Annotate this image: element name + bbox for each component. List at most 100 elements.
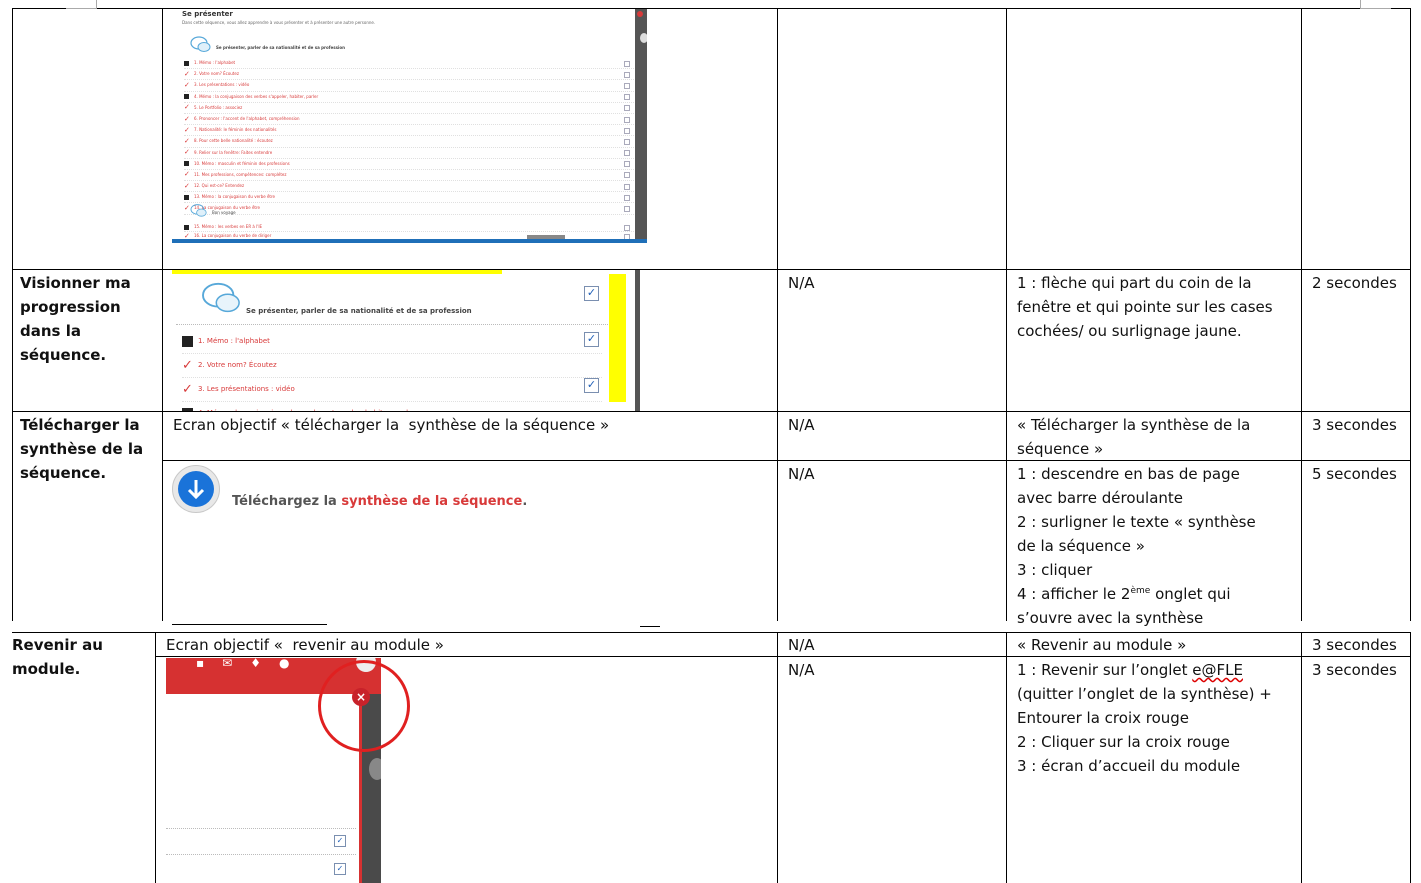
list-item[interactable]: 4. Mémo : la conjugaison des verbes s'ap… (184, 92, 634, 103)
checkmark-icon: ✓ (184, 136, 190, 145)
memo-icon (184, 194, 189, 200)
duration-row2: 3 secondes (1312, 416, 1397, 434)
desc-line: s’ouvre avec la synthèse (1017, 609, 1204, 627)
memo-icon (184, 60, 189, 66)
col3-row2: N/A (788, 416, 815, 434)
list-item[interactable]: ✓ 9. Relier sur la fenêtre: Faites entend… (184, 148, 634, 159)
list-item-label: 12. Qui est-ce? Entendez (194, 183, 245, 189)
checkbox[interactable] (624, 94, 630, 101)
checkbox[interactable] (624, 150, 630, 157)
checkbox[interactable] (624, 127, 630, 134)
checkmark-icon: ✓ (184, 204, 190, 213)
checkmark-icon: ✓ (184, 231, 190, 240)
list-item-label: 1. Mémo : l'alphabet (198, 337, 270, 345)
page-corner-mark (66, 0, 97, 9)
list-item-label: 4. Mémo : la conjugaison des verbes s'ap… (194, 93, 319, 99)
list-item[interactable]: ✓ 3. Les présentations : vidéo (182, 378, 602, 402)
panel-divider (166, 828, 356, 829)
list-item-label: 3. Les présentations : vidéo (198, 385, 295, 393)
yellow-highlight (609, 274, 626, 402)
description-row1: 1 : flèche qui part du coin de la fenêtr… (1017, 274, 1273, 340)
progress-checkbox-2: ✓ (584, 332, 599, 347)
list-item[interactable]: ✓ 6. Prononcer : l'accent de l'alphabet, … (184, 114, 634, 126)
list-item[interactable]: 1. Mémo : l'alphabet (184, 58, 634, 70)
desc-line: 2 : surligner le texte « synthèse (1017, 513, 1256, 531)
list-item[interactable]: ✓ 2. Votre nom? Écoutez (184, 69, 634, 81)
download-prefix: Téléchargez la (232, 494, 342, 509)
download-arrow-icon (187, 480, 205, 500)
checkbox[interactable] (624, 82, 630, 89)
panel-divider (166, 854, 356, 855)
memo-icon (182, 336, 193, 347)
header-icons: ▪✉♦● (196, 658, 308, 670)
action-back-to-module: Revenir au module. (12, 636, 103, 678)
checkbox[interactable] (624, 224, 630, 231)
speech-bubbles-icon (190, 36, 211, 52)
list-item[interactable]: 10. Mémo : masculin et féminin des profe… (184, 159, 634, 170)
progress-checkbox-1: ✓ (584, 286, 599, 301)
checkmark-icon: ✓ (184, 80, 190, 89)
checkbox[interactable] (624, 105, 630, 112)
checkbox[interactable] (624, 161, 630, 168)
list-item[interactable]: ✓ 11. Mes professions, compétences: compl… (184, 170, 634, 182)
checkbox[interactable] (624, 71, 630, 78)
sequence-list: 1. Mémo : l'alphabet ✓ 2. Votre nom? Écout… (184, 58, 634, 215)
list-item-label: 2. Votre nom? Écoutez (194, 71, 239, 77)
list-item-label: 8. Pour cette belle nationalité : écoute… (194, 138, 273, 144)
list-item[interactable]: 15. Mémo : les verbes en ER à l'IE (184, 223, 634, 232)
list-item-label: 3. Les présentations : vidéo (194, 82, 250, 88)
screenshot-bottom-bar (172, 239, 647, 243)
checked-box: ✓ (334, 863, 346, 875)
desc-line: 2 : Cliquer sur la croix rouge (1017, 733, 1230, 751)
checkbox[interactable] (624, 116, 630, 123)
checkbox[interactable] (624, 60, 630, 67)
checkmark-icon: ✓ (184, 69, 190, 78)
list-item[interactable]: 13. Mémo : la conjugaison du verbe être (184, 192, 634, 204)
duration-row1: 2 secondes (1312, 274, 1397, 292)
list-item[interactable]: ✓ 12. Qui est-ce? Entendez (184, 181, 634, 193)
checkmark-icon: ✓ (184, 103, 190, 112)
list-item[interactable]: ✓ 2. Votre nom? Écoutez (182, 354, 602, 378)
list-item[interactable]: ✓ 14. La conjugaison du verbe être (184, 203, 634, 215)
checkbox[interactable] (624, 206, 630, 213)
list-subtitle: Dans cette séquence, vous allez apprendr… (182, 20, 376, 25)
checkbox[interactable] (624, 183, 630, 190)
desc-line: 1 : Revenir sur l’onglet e@FLE (1017, 661, 1243, 679)
list-title: Se présenter (182, 10, 233, 18)
memo-icon (184, 161, 189, 167)
checkbox[interactable] (624, 172, 630, 179)
download-button[interactable] (172, 465, 220, 513)
desc-line: (quitter l’onglet de la synthèse) + (1017, 685, 1272, 703)
checked-box: ✓ (334, 835, 346, 847)
col3-row5: N/A (788, 661, 815, 679)
desc-line: 3 : cliquer (1017, 561, 1093, 579)
list-item-label: 2. Votre nom? Écoutez (198, 361, 277, 369)
speech-bubbles-icon (202, 282, 240, 313)
screenshot-scrollbar (635, 9, 647, 243)
desc-line: 3 : écran d’accueil du module (1017, 757, 1241, 775)
list-item-label: 13. Mémo : la conjugaison du verbe être (194, 194, 276, 200)
list-item[interactable]: ✓ 3. Les présentations : vidéo (184, 80, 634, 92)
checkmark-icon: ✓ (182, 382, 193, 397)
list-item[interactable]: ✓ 5. Le Portfolio : associez (184, 103, 634, 114)
list-section-header: Se présenter, parler de sa nationalité e… (216, 45, 345, 50)
checkmark-icon: ✓ (184, 114, 190, 123)
page-corner-mark (1360, 0, 1391, 9)
desc-line: avec barre déroulante (1017, 489, 1184, 507)
checkbox[interactable] (624, 194, 630, 201)
download-suffix: . (522, 494, 528, 509)
screen-text-row2: Ecran objectif « télécharger la synthèse… (173, 416, 610, 434)
download-summary-link[interactable]: synthèse de la séquence (341, 494, 522, 509)
list-item[interactable]: ✓ 7. Nationalité: le féminin des national… (184, 125, 634, 137)
list-section-header-2: Bon voyage (212, 210, 236, 215)
zoom-divider (176, 324, 616, 325)
list-item[interactable]: 1. Mémo : l'alphabet (182, 330, 602, 354)
list-item-label: 11. Mes professions, compétences: complé… (194, 171, 287, 177)
duration-row5: 3 secondes (1312, 661, 1397, 679)
checkbox[interactable] (624, 138, 630, 145)
checkmark-icon: ✓ (182, 358, 193, 373)
list-item[interactable]: ✓ 8. Pour cette belle nationalité : écout… (184, 136, 634, 148)
list-item-label: 7. Nationalité: le féminin des nationali… (194, 127, 277, 133)
list-item[interactable]: 4. Mémo : la conjugaison des verbes s'ap… (182, 402, 602, 411)
col3-row1: N/A (788, 274, 815, 292)
